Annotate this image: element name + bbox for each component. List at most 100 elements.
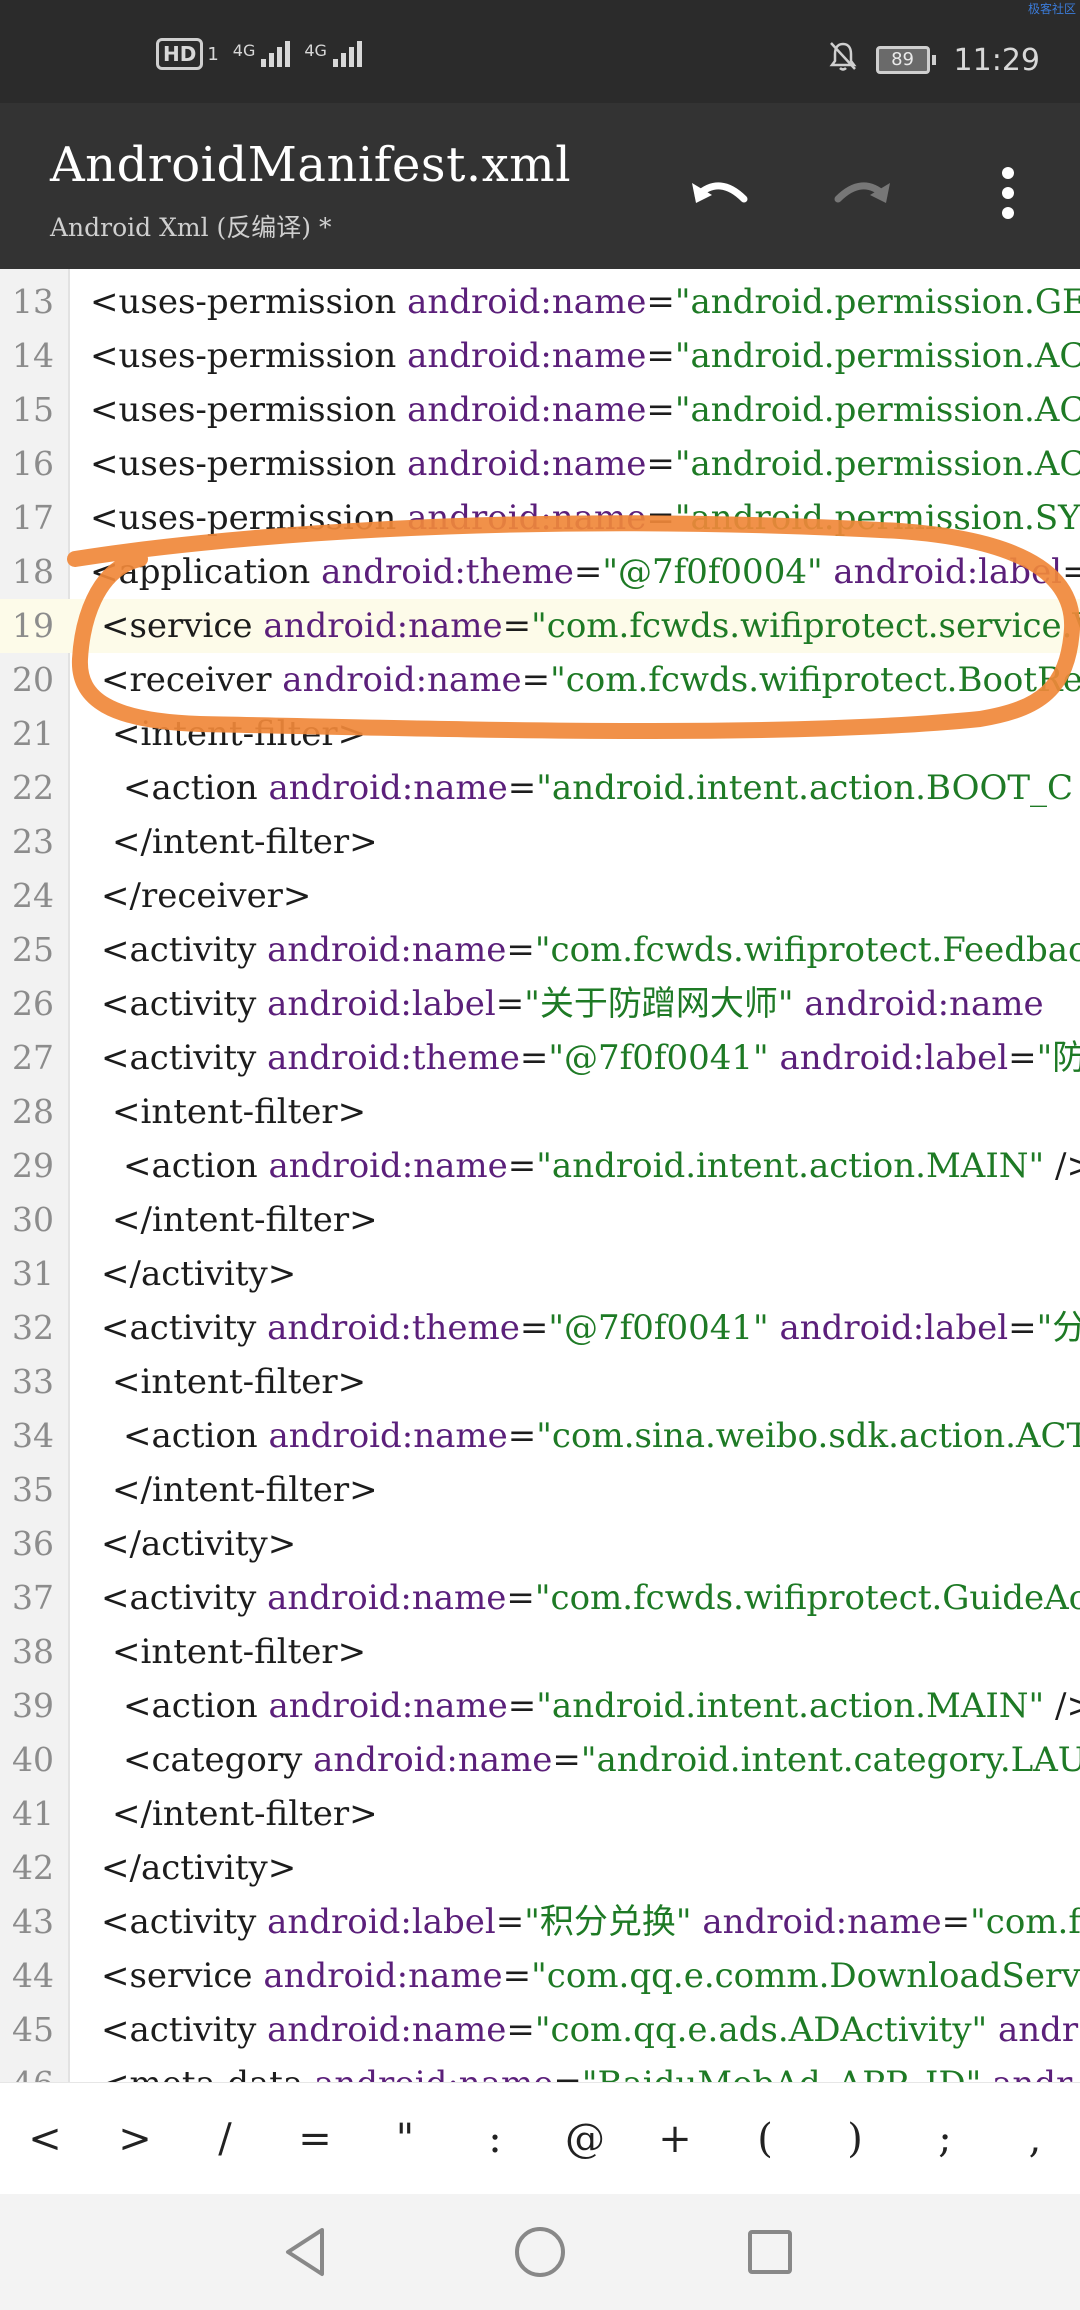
- code-line[interactable]: 19 <service android:name="com.fcwds.wifip…: [0, 599, 1080, 653]
- xml-tag: =: [646, 498, 675, 538]
- symbol-key[interactable]: :: [460, 2116, 530, 2162]
- xml-value: "积分兑换": [524, 1902, 703, 1942]
- line-number: 26: [12, 984, 54, 1023]
- file-title: AndroidManifest.xml: [50, 137, 572, 193]
- symbol-key[interactable]: (: [730, 2116, 800, 2162]
- code-text: <meta-data android:name="BaiduMobAd_APP_…: [101, 2057, 1072, 2082]
- xml-tag: <application: [90, 552, 322, 592]
- xml-attribute: android:name: [407, 282, 647, 322]
- code-line[interactable]: 14 <uses-permission android:name="android…: [0, 329, 1080, 383]
- code-line[interactable]: 45 <activity android:name="com.qq.e.ads.A…: [0, 2003, 1080, 2057]
- undo-button[interactable]: [680, 153, 760, 233]
- xml-tag: <uses-permission: [90, 336, 408, 376]
- code-line[interactable]: 13 <uses-permission android:name="android…: [0, 275, 1080, 329]
- xml-value: "@7f0f0041": [548, 1308, 780, 1348]
- code-text: </intent-filter>: [112, 815, 378, 869]
- symbol-key[interactable]: ;: [910, 2116, 980, 2162]
- code-line[interactable]: 34 <action android:name="com.sina.weibo.s…: [0, 1409, 1080, 1463]
- code-line[interactable]: 31 </activity>: [0, 1247, 1080, 1301]
- xml-tag: =: [941, 1902, 971, 1942]
- hd-badge: HD: [156, 38, 204, 70]
- symbol-key[interactable]: ": [370, 2116, 440, 2162]
- xml-tag: =: [507, 1146, 537, 1186]
- xml-value: "android.permission.SYS: [674, 498, 1080, 538]
- xml-tag: <activity: [101, 1902, 268, 1942]
- home-circle-icon: [515, 2227, 565, 2277]
- code-line[interactable]: 18 <application android:theme="@7f0f0004"…: [0, 545, 1080, 599]
- code-text: <intent-filter>: [112, 1625, 366, 1679]
- xml-tag: =: [646, 336, 675, 376]
- code-text: </intent-filter>: [112, 1787, 378, 1841]
- code-editor[interactable]: 13 <uses-permission android:name="android…: [0, 269, 1080, 2082]
- symbol-key[interactable]: +: [640, 2116, 710, 2162]
- xml-tag: =: [1062, 552, 1080, 592]
- line-number: 31: [12, 1254, 54, 1293]
- code-line[interactable]: 32 <activity android:theme="@7f0f0041" an…: [0, 1301, 1080, 1355]
- code-text: <intent-filter>: [112, 1355, 366, 1409]
- xml-tag: =: [1008, 1038, 1037, 1078]
- code-line[interactable]: 39 <action android:name="android.intent.a…: [0, 1679, 1080, 1733]
- xml-tag: =: [646, 390, 675, 430]
- code-line[interactable]: 15 <uses-permission android:name="android…: [0, 383, 1080, 437]
- code-line[interactable]: 30 </intent-filter>: [0, 1193, 1080, 1247]
- code-line[interactable]: 37 <activity android:name="com.fcwds.wifi…: [0, 1571, 1080, 1625]
- xml-tag: =: [552, 1740, 581, 1780]
- xml-tag: =: [507, 768, 537, 808]
- code-line[interactable]: 43 <activity android:label="积分兑换" android…: [0, 1895, 1080, 1949]
- xml-attribute: android:label: [779, 1038, 1009, 1078]
- battery-icon: 89: [875, 46, 936, 74]
- xml-attribute: android:name: [267, 2010, 507, 2050]
- xml-attribute: android:name: [268, 1146, 508, 1186]
- code-line[interactable]: 26 <activity android:label="关于防蹭网大师" andr…: [0, 977, 1080, 1031]
- code-line[interactable]: 36 </activity>: [0, 1517, 1080, 1571]
- code-line[interactable]: 23 </intent-filter>: [0, 815, 1080, 869]
- symbol-key[interactable]: ,: [1000, 2116, 1070, 2162]
- line-number: 35: [12, 1470, 54, 1509]
- code-line[interactable]: 42 </activity>: [0, 1841, 1080, 1895]
- code-text: <activity android:label="关于防蹭网大师" androi…: [101, 977, 1044, 1031]
- code-line[interactable]: 29 <action android:name="android.intent.a…: [0, 1139, 1080, 1193]
- code-line[interactable]: 27 <activity android:theme="@7f0f0041" an…: [0, 1031, 1080, 1085]
- code-line[interactable]: 25 <activity android:name="com.fcwds.wifi…: [0, 923, 1080, 977]
- xml-attribute: android:name: [268, 1416, 508, 1456]
- symbol-key[interactable]: <: [10, 2116, 80, 2162]
- code-line[interactable]: 20 <receiver android:name="com.fcwds.wifi…: [0, 653, 1080, 707]
- line-number: 36: [12, 1524, 54, 1563]
- redo-button[interactable]: [822, 153, 902, 233]
- xml-tag: />: [1054, 1146, 1080, 1186]
- line-number: 41: [12, 1794, 54, 1833]
- more-options-button[interactable]: [968, 153, 1048, 233]
- code-line[interactable]: 22 <action android:name="android.intent.a…: [0, 761, 1080, 815]
- code-line[interactable]: 41 </intent-filter>: [0, 1787, 1080, 1841]
- battery-level: 89: [875, 46, 930, 74]
- signal-icon: 4G: [304, 41, 362, 67]
- code-line[interactable]: 40 <category android:name="android.intent…: [0, 1733, 1080, 1787]
- xml-attribute: android:name: [282, 660, 522, 700]
- xml-attribute: android:theme: [321, 552, 574, 592]
- code-line[interactable]: 17 <uses-permission android:name="android…: [0, 491, 1080, 545]
- symbol-key[interactable]: /: [190, 2116, 260, 2162]
- symbol-key[interactable]: ): [820, 2116, 890, 2162]
- code-text: <activity android:theme="@7f0f0041" andr…: [101, 1301, 1080, 1355]
- code-line[interactable]: 33 <intent-filter>: [0, 1355, 1080, 1409]
- code-line[interactable]: 46 <meta-data android:name="BaiduMobAd_AP…: [0, 2057, 1080, 2082]
- xml-tag: </intent-filter>: [112, 822, 378, 862]
- xml-tag: <intent-filter>: [112, 1092, 367, 1132]
- code-line[interactable]: 21 <intent-filter>: [0, 707, 1080, 761]
- code-line[interactable]: 28 <intent-filter>: [0, 1085, 1080, 1139]
- code-line[interactable]: 44 <service android:name="com.qq.e.comm.D…: [0, 1949, 1080, 2003]
- code-line[interactable]: 16 <uses-permission android:name="android…: [0, 437, 1080, 491]
- nav-home-button[interactable]: [510, 2222, 570, 2282]
- symbol-key[interactable]: =: [280, 2116, 350, 2162]
- symbol-key[interactable]: >: [100, 2116, 170, 2162]
- xml-tag: =: [646, 444, 675, 484]
- nav-back-button[interactable]: [278, 2222, 338, 2282]
- nav-recents-button[interactable]: [740, 2222, 800, 2282]
- code-line[interactable]: 35 </intent-filter>: [0, 1463, 1080, 1517]
- xml-tag: =: [506, 1578, 535, 1618]
- recents-square-icon: [748, 2230, 792, 2274]
- code-line[interactable]: 38 <intent-filter>: [0, 1625, 1080, 1679]
- xml-attribute: android:name: [313, 1740, 553, 1780]
- code-line[interactable]: 24 </receiver>: [0, 869, 1080, 923]
- symbol-key[interactable]: @: [550, 2116, 620, 2162]
